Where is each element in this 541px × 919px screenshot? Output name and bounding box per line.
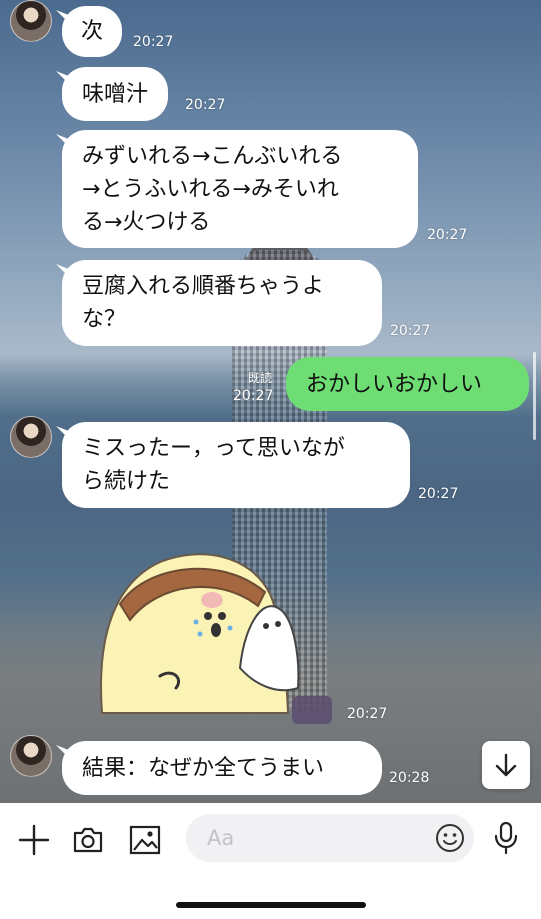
message-input[interactable] bbox=[186, 814, 474, 862]
microphone-icon bbox=[494, 821, 518, 855]
image-icon bbox=[129, 825, 161, 855]
message-time: 20:27 bbox=[427, 227, 468, 243]
message-text: みずいれる→こんぶいれる bbox=[82, 144, 343, 169]
message-time: 20:27 bbox=[233, 388, 274, 404]
message-bubble[interactable]: ミスったー，って思いなが ら続けた bbox=[62, 422, 410, 508]
home-indicator bbox=[176, 902, 366, 908]
message-text: 次 bbox=[81, 19, 104, 44]
scrollbar[interactable] bbox=[533, 352, 536, 440]
add-button[interactable] bbox=[17, 823, 51, 857]
message-bubble[interactable]: みずいれる→こんぶいれる →とうふいれる→みそいれ る→火つける bbox=[62, 130, 418, 248]
read-receipt: 既読 bbox=[248, 371, 273, 385]
message-time: 20:27 bbox=[347, 706, 388, 722]
avatar[interactable] bbox=[10, 416, 52, 458]
avatar[interactable] bbox=[10, 0, 52, 42]
message-time: 20:27 bbox=[418, 486, 459, 502]
scroll-to-bottom-button[interactable] bbox=[482, 741, 530, 789]
chat-area[interactable]: 次 20:27 味噌汁 20:27 みずいれる→こんぶいれる →とうふいれる→み… bbox=[0, 0, 541, 803]
message-bubble[interactable]: 豆腐入れる順番ちゃうよ な？ bbox=[62, 260, 382, 346]
message-text: 味噌汁 bbox=[82, 82, 149, 107]
my-message-bubble[interactable]: おかしいおかしい bbox=[286, 357, 529, 411]
message-text: ミスったー，って思いなが bbox=[82, 436, 345, 461]
message-text: 豆腐入れる順番ちゃうよ bbox=[82, 274, 325, 299]
message-time: 20:27 bbox=[133, 34, 174, 50]
message-text: る→火つける bbox=[82, 210, 211, 235]
message-bubble[interactable]: 味噌汁 bbox=[62, 67, 169, 121]
message-time: 20:27 bbox=[185, 97, 226, 113]
message-text: 結果：なぜか全てうまい bbox=[82, 756, 325, 781]
message-text: ら続けた bbox=[82, 469, 171, 494]
message-time: 20:27 bbox=[390, 323, 431, 339]
message-text: な？ bbox=[82, 307, 127, 332]
camera-button[interactable] bbox=[71, 823, 105, 857]
message-bubble[interactable]: 結果：なぜか全てうまい bbox=[62, 741, 382, 795]
message-bubble[interactable]: 次 bbox=[62, 6, 123, 57]
plus-icon bbox=[18, 824, 50, 856]
avatar[interactable] bbox=[10, 735, 52, 777]
message-text: おかしいおかしい bbox=[306, 372, 483, 397]
photo-button[interactable] bbox=[128, 823, 162, 857]
camera-icon bbox=[73, 827, 103, 853]
sticker-image[interactable] bbox=[90, 548, 320, 718]
emoji-icon[interactable] bbox=[434, 822, 466, 854]
arrow-down-icon bbox=[495, 753, 517, 777]
message-time: 20:28 bbox=[389, 770, 430, 786]
message-text: →とうふいれる→みそいれ bbox=[82, 177, 339, 202]
voice-button[interactable] bbox=[490, 821, 522, 855]
